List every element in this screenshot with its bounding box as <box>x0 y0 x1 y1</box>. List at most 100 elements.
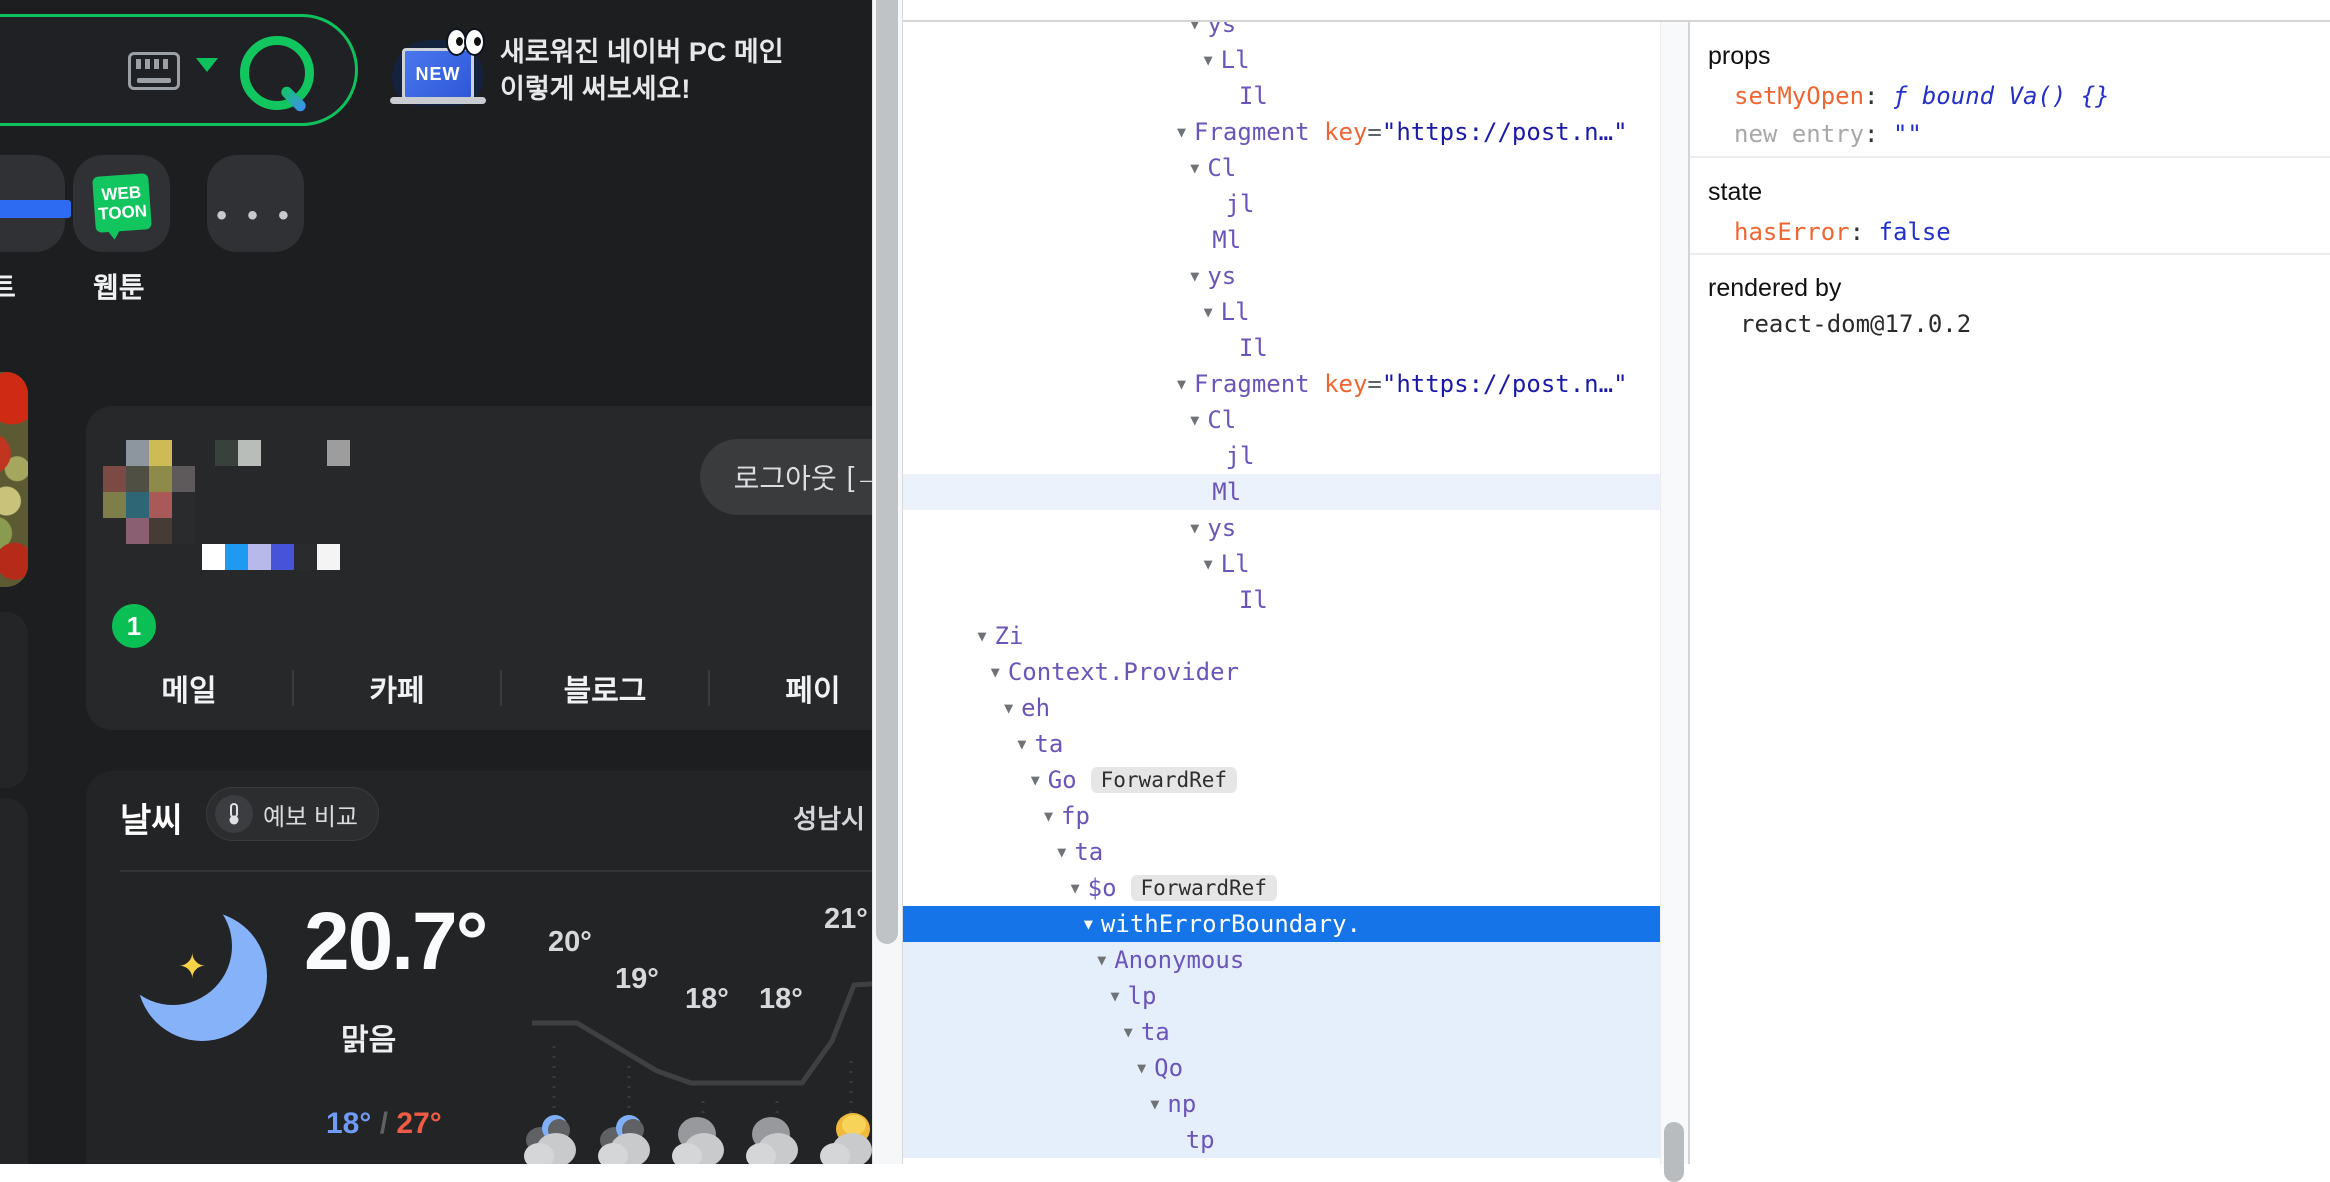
login-menu-item-3[interactable]: 블로그 <box>502 666 708 710</box>
promo-text[interactable]: 새로워진 네이버 PC 메인 이렇게 써보세요! <box>500 34 800 108</box>
cloud-moon-icon <box>524 1113 594 1164</box>
tree-row-Cl[interactable]: ▼ Cl <box>903 150 1660 186</box>
prop-row-new-entry[interactable]: new entry: "" <box>1734 120 1922 148</box>
tree-row-Il[interactable]: Il <box>903 582 1660 618</box>
weather-location[interactable]: 성남시 정자 <box>793 799 872 836</box>
tree-row-Ll[interactable]: ▼ Ll <box>903 294 1660 330</box>
expand-arrow-icon[interactable]: ▼ <box>1017 735 1026 753</box>
expand-arrow-icon[interactable]: ▼ <box>1190 411 1199 429</box>
expand-arrow-icon[interactable]: ▼ <box>1190 267 1199 285</box>
tree-row-ta[interactable]: ▼ ta <box>903 1014 1660 1050</box>
tree-row-Qo[interactable]: ▼ Qo <box>903 1050 1660 1086</box>
prop-value[interactable]: ƒ bound Va() {} <box>1893 82 2110 110</box>
forecast-temp: 18° <box>759 983 803 1015</box>
low-high-temperature: 18° / 27° <box>326 1107 442 1140</box>
tree-row-Zi[interactable]: ▼ Zi <box>903 618 1660 654</box>
mosaic-cell <box>172 492 195 518</box>
prop-row-setMyOpen[interactable]: setMyOpen: ƒ bound Va() {} <box>1734 82 2110 110</box>
expand-arrow-icon[interactable]: ▼ <box>1190 159 1199 177</box>
tree-row-o[interactable]: ▼ $o ForwardRef <box>903 870 1660 906</box>
tree-scrollbar-track[interactable] <box>1660 20 1689 1164</box>
expand-arrow-icon[interactable]: ▼ <box>1204 303 1213 321</box>
logout-button[interactable]: 로그아웃 [→ <box>700 439 872 515</box>
expand-arrow-icon[interactable]: ▼ <box>1071 879 1080 897</box>
tree-row-np[interactable]: ▼ np <box>903 1086 1660 1122</box>
expand-arrow-icon[interactable]: ▼ <box>1204 51 1213 69</box>
component-name: $o <box>1087 874 1117 902</box>
promo-laptop-icon[interactable]: NEW <box>402 48 474 100</box>
tree-row-Cl[interactable]: ▼ Cl <box>903 402 1660 438</box>
strip-cell <box>248 544 271 570</box>
tree-row-Ml[interactable]: Ml <box>903 222 1660 258</box>
login-menu-item-4[interactable]: 페이 <box>710 666 872 710</box>
tree-row-ContextProvider[interactable]: ▼ Context.Provider <box>903 654 1660 690</box>
login-menu-item-2[interactable]: 카페 <box>294 666 500 710</box>
expand-arrow-icon[interactable]: ▼ <box>1124 1023 1133 1041</box>
tree-row-Il[interactable]: Il <box>903 78 1660 114</box>
tree-row-ys[interactable]: ▼ ys <box>903 510 1660 546</box>
tree-scrollbar-thumb[interactable] <box>1664 1122 1684 1182</box>
mosaic-cell <box>126 466 149 492</box>
expand-arrow-icon[interactable]: ▼ <box>1097 951 1106 969</box>
tree-row-jl[interactable]: jl <box>903 438 1660 474</box>
expand-arrow-icon[interactable]: ▼ <box>1190 519 1199 537</box>
forecast-compare-button[interactable]: 예보 비교 <box>206 787 379 841</box>
keyboard-icon[interactable] <box>128 52 180 90</box>
tree-row-ta[interactable]: ▼ ta <box>903 834 1660 870</box>
tree-row-Il[interactable]: Il <box>903 330 1660 366</box>
page-scrollbar-thumb[interactable] <box>876 0 898 944</box>
expand-arrow-icon[interactable]: ▼ <box>1111 987 1120 1005</box>
prop-row-hasError[interactable]: hasError: false <box>1734 218 1951 246</box>
tree-row-Ml[interactable]: Ml <box>903 474 1660 510</box>
front-cloud-icon <box>746 1143 776 1164</box>
tree-row-withErrorBoundary[interactable]: ▼ withErrorBoundary. <box>903 906 1660 942</box>
tree-row-Ll[interactable]: ▼ Ll <box>903 42 1660 78</box>
expand-arrow-icon[interactable]: ▼ <box>1031 771 1040 789</box>
shortcut-tile-partial[interactable] <box>0 155 71 252</box>
shortcut-tile-more[interactable]: • • • <box>207 155 304 252</box>
tree-row-jl[interactable]: jl <box>903 186 1660 222</box>
expand-arrow-icon[interactable]: ▼ <box>1057 843 1066 861</box>
tree-row-eh[interactable]: ▼ eh <box>903 690 1660 726</box>
login-menu-item-1[interactable]: 메일 <box>86 666 292 710</box>
shortcut-tile-art <box>0 200 71 218</box>
prop-value[interactable]: "" <box>1893 120 1922 148</box>
mosaic-cell <box>149 440 172 466</box>
component-name: eh <box>1021 694 1051 722</box>
expand-arrow-icon[interactable]: ▼ <box>1084 915 1093 933</box>
tree-row-Fragment[interactable]: ▼ Fragment key = "https://post.n…" <box>903 366 1660 402</box>
chevron-down-icon[interactable] <box>196 58 218 72</box>
promo-line1: 새로워진 네이버 PC 메인 <box>500 37 784 67</box>
prop-value[interactable]: false <box>1879 218 1951 246</box>
expand-arrow-icon[interactable]: ▼ <box>1204 555 1213 573</box>
tree-row-lp[interactable]: ▼ lp <box>903 978 1660 1014</box>
component-tree: ▼ ys ▼ Ll Il ▼ Fragment key = "https://post.n…" ▼… <box>903 0 1660 1164</box>
expand-arrow-icon[interactable]: ▼ <box>1044 807 1053 825</box>
shortcut-tile-webtoon[interactable]: WEB TOON <box>73 155 170 252</box>
expand-arrow-icon[interactable]: ▼ <box>1004 699 1013 717</box>
expand-arrow-icon[interactable]: ▼ <box>1177 375 1186 393</box>
tree-row-Ll[interactable]: ▼ Ll <box>903 546 1660 582</box>
tree-row-ta[interactable]: ▼ ta <box>903 726 1660 762</box>
component-name: Ml <box>1212 226 1242 254</box>
tree-row-Anonymous[interactable]: ▼ Anonymous <box>903 942 1660 978</box>
tree-row-Go[interactable]: ▼ Go ForwardRef <box>903 762 1660 798</box>
expand-arrow-icon[interactable]: ▼ <box>978 627 987 645</box>
tree-row-Fragment[interactable]: ▼ Fragment key = "https://post.n…" <box>903 114 1660 150</box>
search-icon[interactable] <box>240 36 314 110</box>
expand-arrow-icon[interactable]: ▼ <box>1137 1059 1146 1077</box>
colon: : <box>1864 82 1893 110</box>
thumbnail-roses[interactable] <box>0 372 28 587</box>
keyboard-spacebar <box>137 78 171 83</box>
expand-arrow-icon[interactable]: ▼ <box>991 663 1000 681</box>
component-name: Il <box>1238 82 1268 110</box>
naver-page: NEW 새로워진 네이버 PC 메인 이렇게 써보세요! 트 WEB TOON … <box>0 0 872 1164</box>
expand-arrow-icon[interactable]: ▼ <box>1177 123 1186 141</box>
component-name: Ll <box>1220 298 1250 326</box>
expand-arrow-icon[interactable]: ▼ <box>1150 1095 1159 1113</box>
tree-row-ys[interactable]: ▼ ys <box>903 258 1660 294</box>
component-name: Ll <box>1220 550 1250 578</box>
login-menu: 메일 카페 블로그 페이 <box>86 646 872 730</box>
tree-row-tp[interactable]: tp <box>903 1122 1660 1158</box>
tree-row-fp[interactable]: ▼ fp <box>903 798 1660 834</box>
